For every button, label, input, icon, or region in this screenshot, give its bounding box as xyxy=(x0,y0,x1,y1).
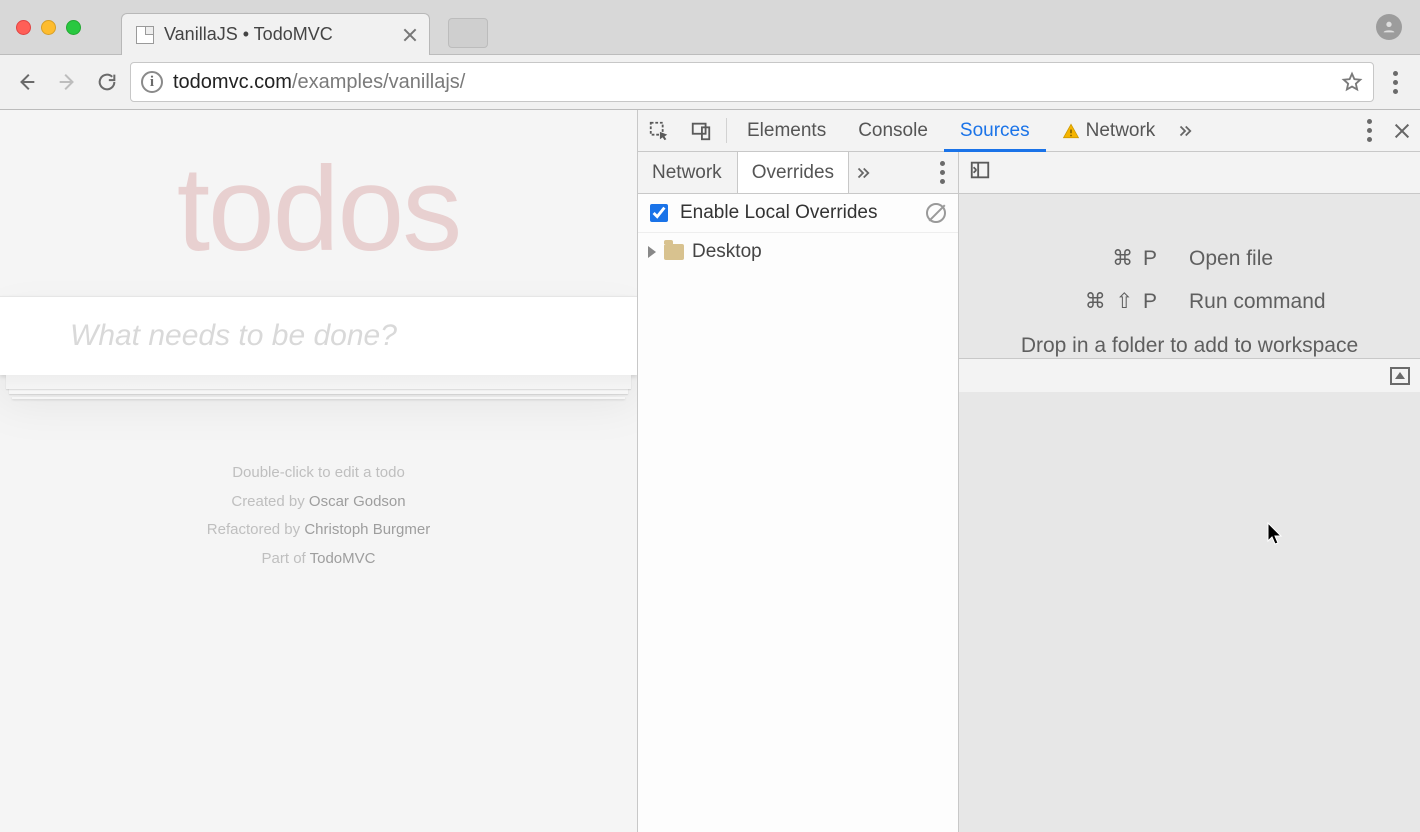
arrow-right-icon xyxy=(56,71,78,93)
subtab-overrides[interactable]: Overrides xyxy=(737,152,849,193)
sources-main: ⌘ P Open file ⌘ ⇧ P Run command Drop in … xyxy=(959,152,1420,832)
shortcut-label: Run command xyxy=(1189,290,1420,314)
panel-left-icon xyxy=(969,159,991,181)
clear-overrides-button[interactable] xyxy=(926,203,946,223)
enable-overrides-checkbox[interactable] xyxy=(650,204,668,222)
user-icon xyxy=(1381,19,1397,35)
chevrons-right-icon xyxy=(1176,122,1194,140)
todomvc-link[interactable]: TodoMVC xyxy=(310,550,376,567)
content-area: todos Double-click to edit a todo Create… xyxy=(0,110,1420,832)
folder-name: Desktop xyxy=(692,241,762,263)
warning-icon xyxy=(1062,122,1080,140)
inspect-element-button[interactable] xyxy=(638,110,680,151)
triangle-up-icon xyxy=(1395,372,1405,379)
devtools-tabbar: Elements Console Sources Network xyxy=(638,110,1420,152)
new-tab-button[interactable] xyxy=(448,18,488,48)
devtools-menu-button[interactable] xyxy=(1354,119,1384,142)
enable-overrides-label: Enable Local Overrides xyxy=(680,202,878,224)
sources-subtabs: Network Overrides xyxy=(638,152,958,194)
toggle-navigator-button[interactable] xyxy=(969,159,991,186)
back-button[interactable] xyxy=(10,65,44,99)
folder-icon xyxy=(664,244,684,260)
new-todo-input[interactable] xyxy=(70,319,617,353)
url-host: todomvc.com xyxy=(173,71,292,93)
chevrons-right-icon xyxy=(854,164,872,182)
page-footer: Double-click to edit a todo Created by O… xyxy=(0,459,637,573)
editor-toolbar xyxy=(959,152,1420,194)
tab-network[interactable]: Network xyxy=(1046,110,1172,151)
bookmark-button[interactable] xyxy=(1341,71,1363,93)
tab-sources[interactable]: Sources xyxy=(944,110,1046,151)
devtools-body: Network Overrides Enable Local Overrides xyxy=(638,152,1420,832)
arrow-left-icon xyxy=(16,71,38,93)
devtools-statusbar xyxy=(959,358,1420,392)
reload-button[interactable] xyxy=(90,65,124,99)
browser-window: VanillaJS • TodoMVC i todomvc.com/exampl… xyxy=(0,0,1420,832)
footer-created: Created by Oscar Godson xyxy=(0,488,637,517)
tab-close-button[interactable] xyxy=(403,28,417,42)
hint-run-command: ⌘ ⇧ P Run command xyxy=(959,289,1420,314)
site-info-icon[interactable]: i xyxy=(141,71,163,93)
url-path: /examples/vanillajs/ xyxy=(292,71,465,93)
overrides-tree: Desktop xyxy=(638,233,958,271)
address-bar[interactable]: i todomvc.com/examples/vanillajs/ xyxy=(130,62,1374,102)
devices-icon xyxy=(690,120,712,142)
tree-folder-row[interactable]: Desktop xyxy=(648,241,948,263)
enable-overrides-row: Enable Local Overrides xyxy=(638,194,958,233)
shortcut-keys: ⌘ ⇧ P xyxy=(959,289,1159,314)
window-titlebar: VanillaJS • TodoMVC xyxy=(0,0,1420,54)
hint-open-file: ⌘ P Open file xyxy=(959,246,1420,271)
browser-menu-button[interactable] xyxy=(1380,71,1410,94)
footer-refactored: Refactored by Christoph Burgmer xyxy=(0,516,637,545)
device-toggle-button[interactable] xyxy=(680,110,722,151)
browser-toolbar: i todomvc.com/examples/vanillajs/ xyxy=(0,54,1420,110)
card-stack-shadow xyxy=(6,375,631,389)
kebab-icon xyxy=(1367,119,1372,142)
browser-tab[interactable]: VanillaJS • TodoMVC xyxy=(121,13,430,55)
reload-icon xyxy=(96,71,118,93)
footer-part: Part of TodoMVC xyxy=(0,545,637,574)
tab-elements[interactable]: Elements xyxy=(731,110,842,151)
close-icon xyxy=(1394,123,1410,139)
window-controls xyxy=(16,20,81,35)
sidebar-menu-button[interactable] xyxy=(926,152,958,193)
mouse-cursor-icon xyxy=(1267,522,1283,546)
refactor-link[interactable]: Christoph Burgmer xyxy=(304,521,430,538)
footer-hint: Double-click to edit a todo xyxy=(0,459,637,488)
new-todo-card xyxy=(0,296,637,375)
webpage: todos Double-click to edit a todo Create… xyxy=(0,110,637,832)
subtab-network[interactable]: Network xyxy=(638,152,737,193)
inspect-icon xyxy=(648,120,670,142)
profile-button[interactable] xyxy=(1376,14,1402,40)
shortcut-label: Open file xyxy=(1189,247,1420,271)
window-minimize-button[interactable] xyxy=(41,20,56,35)
url-text: todomvc.com/examples/vanillajs/ xyxy=(173,71,465,94)
disclosure-triangle-icon[interactable] xyxy=(648,246,656,258)
window-close-button[interactable] xyxy=(16,20,31,35)
page-heading: todos xyxy=(0,140,637,278)
tab-strip: VanillaJS • TodoMVC xyxy=(121,0,488,54)
shortcut-keys: ⌘ P xyxy=(959,246,1159,271)
kebab-icon xyxy=(940,161,945,184)
kebab-icon xyxy=(1393,71,1398,94)
more-tabs-button[interactable] xyxy=(1171,110,1199,151)
separator xyxy=(726,118,727,143)
sources-sidebar: Network Overrides Enable Local Overrides xyxy=(638,152,959,832)
tab-title: VanillaJS • TodoMVC xyxy=(164,24,333,45)
tab-console[interactable]: Console xyxy=(842,110,944,151)
author-link[interactable]: Oscar Godson xyxy=(309,493,406,510)
star-icon xyxy=(1341,71,1363,93)
empty-state: ⌘ P Open file ⌘ ⇧ P Run command Drop in … xyxy=(959,246,1420,358)
drop-hint: Drop in a folder to add to workspace xyxy=(1021,334,1358,358)
file-icon xyxy=(136,26,154,44)
more-subtabs-button[interactable] xyxy=(849,152,877,193)
devtools-close-button[interactable] xyxy=(1384,123,1420,139)
show-drawer-button[interactable] xyxy=(1390,367,1410,385)
devtools-panel: Elements Console Sources Network xyxy=(637,110,1420,832)
window-zoom-button[interactable] xyxy=(66,20,81,35)
forward-button[interactable] xyxy=(50,65,84,99)
